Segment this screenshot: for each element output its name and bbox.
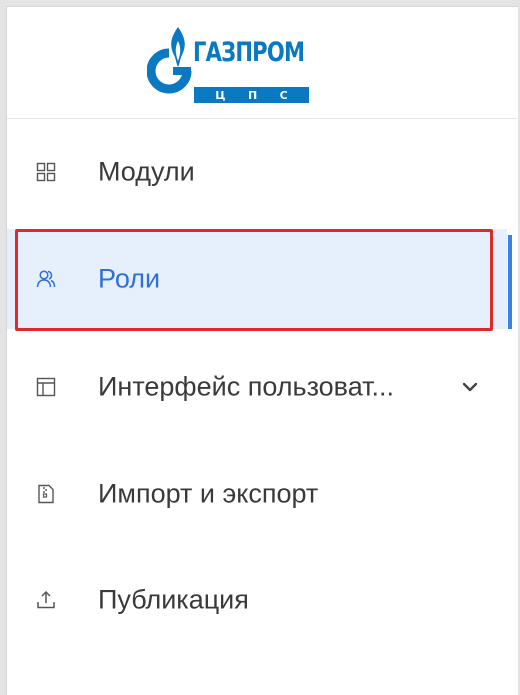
sidebar-item-label: Импорт и экспорт [98, 478, 319, 509]
logo-sub-letter: Ц [215, 88, 226, 102]
sidebar-item-label: Интерфейс пользоват... [98, 371, 395, 402]
upload-icon [37, 590, 55, 609]
sidebar-item-publication[interactable]: Публикация [7, 550, 507, 650]
sidebar: ГАЗПРОМ Ц П С Модули Роли Интерфейс поль… [6, 6, 518, 695]
grid-icon [36, 162, 56, 182]
logo-subbar: Ц П С [194, 87, 309, 103]
sidebar-item-modules[interactable]: Модули [7, 122, 507, 222]
sidebar-item-user-interface[interactable]: Интерфейс пользоват... [7, 337, 507, 437]
sidebar-item-label: Модули [98, 156, 195, 187]
file-archive-icon [38, 484, 54, 504]
logo-sub-letter: П [247, 88, 258, 102]
layout-icon [36, 377, 56, 397]
sidebar-item-roles[interactable]: Роли [7, 229, 507, 329]
users-icon [36, 270, 56, 288]
logo-wordmark: ГАЗПРОМ [193, 37, 305, 68]
active-indicator [508, 235, 512, 329]
sidebar-item-label: Роли [98, 263, 161, 294]
logo-sub-letter: С [279, 88, 288, 102]
chevron-down-icon[interactable] [462, 381, 478, 393]
sidebar-item-import-export[interactable]: Импорт и экспорт [7, 444, 507, 544]
logo-area: ГАЗПРОМ Ц П С [7, 7, 518, 119]
sidebar-item-label: Публикация [98, 584, 249, 615]
gazprom-logo[interactable]: ГАЗПРОМ Ц П С [147, 23, 309, 103]
